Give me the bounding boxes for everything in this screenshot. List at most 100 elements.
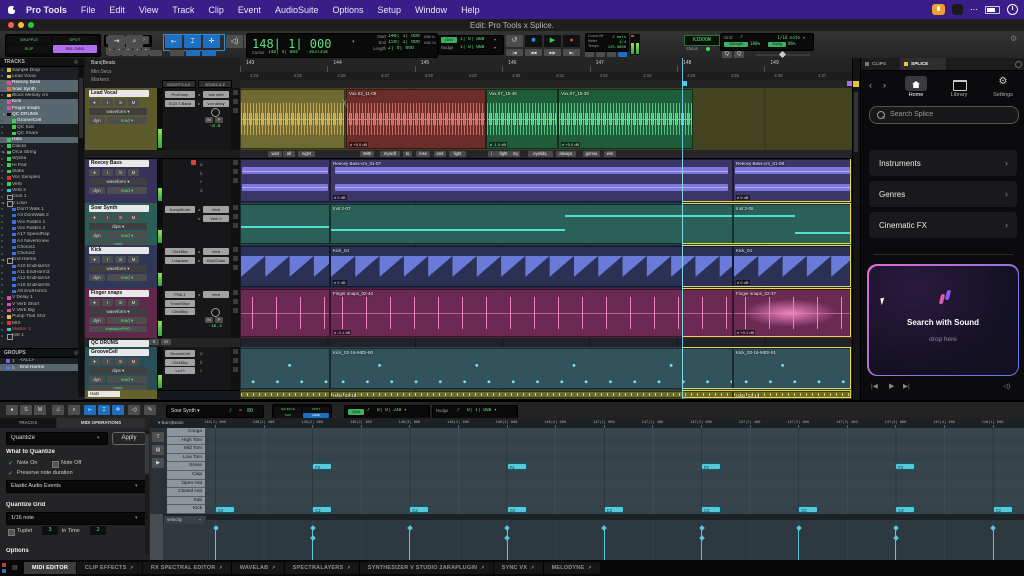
velocity-stem[interactable] (993, 528, 994, 560)
track-visibility-dot[interactable] (1, 329, 3, 331)
countoff-icon[interactable] (607, 52, 616, 57)
clip-unnamed[interactable] (240, 204, 330, 244)
tuplet-b-value[interactable]: 2 (90, 526, 106, 535)
track-name-chip[interactable]: Finger snaps (89, 290, 149, 297)
track-input-monitor-button[interactable]: I (102, 214, 113, 221)
track-record-arm-button[interactable]: ● (89, 358, 100, 365)
insert-slot-chnlstrp[interactable]: ChnlStrp (165, 308, 195, 315)
drum-lane-name-clap[interactable]: Clap (167, 471, 205, 480)
insert-slot-chnlstrp[interactable]: ChnlStrp (165, 248, 195, 255)
track-visibility-dot[interactable] (1, 278, 3, 280)
bottom-tab-wavelab[interactable]: WAVELAB↗ (232, 562, 284, 574)
track-automation-mode[interactable]: read ▾ (107, 274, 147, 281)
group-item-end-harms[interactable]: bEnd Harms (0, 364, 78, 371)
nudge-value[interactable]: 1| 0| 000 (460, 45, 492, 51)
track-visibility-dot[interactable] (1, 75, 3, 77)
mini-option-button[interactable] (233, 214, 238, 219)
track-visibility-dot[interactable] (1, 88, 3, 90)
track-mute-button[interactable]: M (128, 169, 139, 176)
lyric-chip[interactable]: eyelids, (528, 151, 553, 157)
menu-item-view[interactable]: View (132, 5, 165, 15)
midi-note-f2-beat7[interactable]: F2 (895, 463, 915, 470)
swing-value[interactable]: 86% (788, 41, 802, 47)
midi-mute-button[interactable]: M (34, 405, 46, 415)
lyric-chip[interactable]: to (403, 151, 412, 157)
track-view-selector[interactable]: waveform ▾ (89, 265, 147, 272)
grid-dropdown-icon[interactable]: ▾ (494, 37, 499, 43)
track-lane-finger-snaps[interactable]: Finger snaps_02-40≠ -0.1 dBFinger snaps_… (240, 288, 852, 339)
midi-note-c2-beat5[interactable]: C2 (701, 506, 721, 513)
preserve-checkbox[interactable]: ✓ (8, 470, 14, 476)
midi-solo-button[interactable]: S (20, 405, 32, 415)
grid-value[interactable]: 1| 0| 000 (460, 37, 492, 43)
track-visibility-dot[interactable] (1, 177, 3, 179)
category-card-instruments[interactable]: Instruments› (869, 150, 1017, 176)
midi-note-f2-beat3[interactable]: F2 (507, 463, 527, 470)
mini-option-button[interactable] (233, 247, 238, 252)
clip-reecey-bass-cm-01-07[interactable]: Reecey Bass-cm_01-07≠ 0 dB (330, 159, 733, 202)
edit-link-button[interactable] (122, 50, 134, 56)
send-pan-knob[interactable] (211, 108, 220, 117)
bars-ruler[interactable] (240, 58, 852, 73)
drum-lane-name-conga[interactable]: Conga (167, 428, 205, 437)
track-visibility-dot[interactable] (1, 240, 3, 242)
edit-scroll-marker[interactable] (853, 81, 859, 87)
play-button[interactable]: ▶ (544, 35, 561, 47)
timeline-link-button[interactable] (202, 50, 216, 56)
settings-label[interactable]: Settings (989, 92, 1017, 99)
track-visibility-dot[interactable] (1, 164, 3, 166)
track-visibility-dot[interactable] (1, 202, 3, 204)
track-view-selector[interactable]: waveform ▾ (89, 108, 147, 115)
track-dyn-chip[interactable]: dyn (89, 376, 105, 383)
menu-item-clip[interactable]: Clip (201, 5, 231, 15)
midi-note-bar[interactable] (331, 229, 565, 231)
track-record-arm-button[interactable]: ● (89, 169, 100, 176)
track-input-monitor-button[interactable]: I (102, 169, 113, 176)
pencil-icon[interactable]: ✎ (144, 405, 156, 415)
quantize-grid-selector[interactable]: 1/16 note▾ (6, 512, 146, 525)
send-slot-vox-delay[interactable]: vox delay (203, 100, 229, 107)
clip-kick-02-16-midi-90[interactable]: Kick_02-16-MIDI-90 (330, 348, 733, 389)
edit-mode-spot[interactable]: SPOT (53, 36, 97, 44)
track-visibility-dot[interactable] (1, 253, 3, 255)
clip-unnamed[interactable] (240, 89, 345, 149)
more-icon[interactable]: ⋯ (970, 5, 978, 14)
bottom-tab-melodyne[interactable]: MELODYNE↗ (544, 562, 600, 574)
track-visibility-dot[interactable] (1, 189, 3, 191)
send-mute-button[interactable]: M (205, 317, 213, 323)
drum-lane-name-low-tom[interactable]: Low Tom (167, 454, 205, 463)
ruler-row-label-min-secs[interactable]: Min:Secs (91, 69, 161, 76)
track-visibility-dot[interactable] (1, 107, 3, 109)
trim-icon[interactable]: ⟜ (84, 405, 96, 415)
track-name-chip[interactable]: Lead Vocal (89, 90, 149, 97)
track-visibility-dot[interactable] (1, 101, 3, 103)
send-slot-vox-verb[interactable]: vox verb (203, 91, 229, 98)
track-visibility-dot[interactable] (1, 132, 3, 134)
drum-lane-name-open-hat[interactable]: Open Hat (167, 480, 205, 489)
track-automation-mode[interactable]: read ▾ (107, 317, 147, 324)
track-header-kick[interactable]: Kick●ISMwaveform ▾dynread ▾ (85, 245, 157, 289)
magnifier-icon[interactable]: ⌕ (126, 35, 143, 48)
edit-scrollbar-thumb[interactable] (854, 92, 858, 152)
midi-note-c2-beat2[interactable]: C2 (409, 506, 429, 513)
midi-note-c2-beat8[interactable]: C2 (993, 506, 1013, 513)
track-name-chip[interactable]: Reecey Bass (89, 160, 149, 167)
midi-note-bar[interactable] (241, 226, 329, 228)
category-card-genres[interactable]: Genres› (869, 181, 1017, 207)
midi-nudge-value[interactable]: 0| 1| 000 ▾ (467, 408, 507, 415)
send-pre-button[interactable]: P (215, 117, 223, 123)
midi-merge-icon[interactable] (618, 52, 627, 57)
velocity-stem[interactable] (312, 538, 313, 560)
speaker-icon[interactable]: ◁) (128, 405, 140, 415)
preview-play-button[interactable]: ▶ (889, 382, 901, 392)
bottom-tab-spectralayers[interactable]: SPECTRALAYERS↗ (285, 562, 359, 574)
mini-option-button[interactable] (233, 178, 238, 183)
quantize-target-selector[interactable]: Elastic Audio Events▾ (6, 480, 146, 493)
quantize-dropdown-icon[interactable]: ▾ (803, 35, 808, 41)
track-visibility-dot[interactable] (1, 196, 3, 198)
counter-length-value[interactable]: 2| 0| 000 (388, 46, 422, 52)
track-header-soar-synth[interactable]: Soar Synth●ISMclips ▾dynread ▾none (85, 203, 157, 246)
track-visibility-dot[interactable] (1, 303, 3, 305)
mini-option-button[interactable] (233, 358, 238, 363)
track-visibility-dot[interactable] (1, 221, 3, 223)
